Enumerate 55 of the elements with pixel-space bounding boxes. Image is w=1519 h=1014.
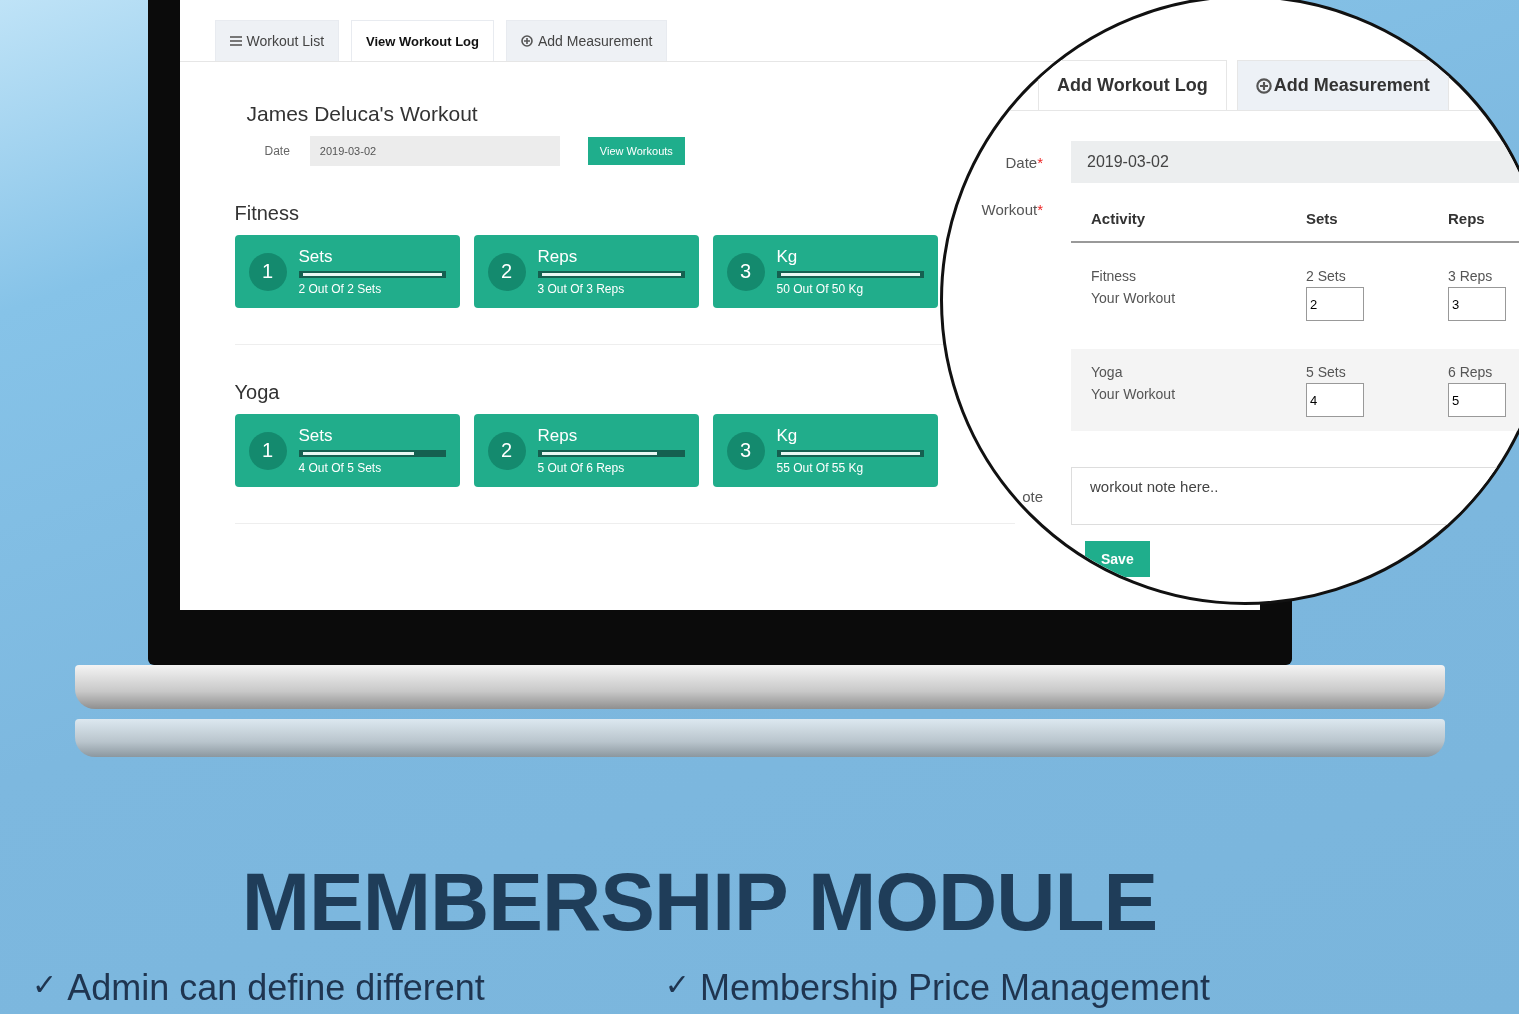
stat-caption: 5 Out Of 6 Reps [537, 461, 626, 475]
stat-title: Reps [537, 426, 579, 446]
step-number: 2 [487, 431, 526, 470]
sets-field[interactable]: 4 [1306, 383, 1364, 417]
step-number: 3 [726, 431, 765, 470]
workout-heading: James Deluca's Workout [246, 102, 479, 126]
reps-field[interactable]: 3 [1448, 287, 1506, 321]
tab[interactable]: Add Measurement [505, 20, 668, 61]
stat-title: Reps [537, 247, 579, 267]
stat-caption: 3 Out Of 3 Reps [537, 282, 626, 296]
date-field[interactable]: 2019-03-02 [309, 136, 560, 166]
stat-title: Sets [298, 426, 334, 446]
sets-field[interactable]: 2 [1306, 287, 1364, 321]
stat-title: Sets [298, 247, 334, 267]
reps-target: 6 Reps [1448, 363, 1494, 382]
tab[interactable]: Add Measurement [1236, 60, 1449, 110]
workout-label: Workout* [980, 200, 1043, 218]
feature-text: Membership Price Management [699, 967, 1211, 1009]
column-header: Sets [1306, 209, 1339, 227]
step-number: 1 [248, 252, 287, 291]
list-icon [229, 35, 242, 47]
activity-name: Yoga [1091, 363, 1124, 382]
activity-name: Fitness [1091, 267, 1138, 286]
column-header: Reps [1448, 209, 1486, 227]
sets-target: 5 Sets [1306, 363, 1347, 382]
stat-title: Kg [776, 426, 799, 446]
stat-caption: 4 Out Of 5 Sets [298, 461, 383, 475]
group-title: Yoga [234, 381, 280, 404]
stat-caption: 50 Out Of 50 Kg [776, 282, 865, 296]
tab[interactable]: Add Workout Log [1038, 60, 1227, 110]
date-label: Date* [1004, 153, 1043, 171]
reps-field[interactable]: 5 [1448, 383, 1506, 417]
stat-caption: 2 Out Of 2 Sets [298, 282, 383, 296]
stat-caption: 55 Out Of 55 Kg [776, 461, 865, 475]
check-mark: ✓ [664, 967, 690, 1004]
note-label: ote [1021, 487, 1043, 505]
tab[interactable]: View Workout Log [351, 20, 494, 61]
step-number: 2 [487, 252, 526, 291]
stat-title: Kg [776, 247, 799, 267]
plus-circle-icon [520, 35, 533, 47]
column-header: Activity [1090, 209, 1147, 227]
tab[interactable]: Workout List [214, 20, 340, 61]
date-field[interactable]: 2019-03-02 [1071, 141, 1519, 183]
activity-subtitle: Your Workout [1091, 385, 1177, 404]
reps-target: 3 Reps [1448, 267, 1494, 286]
module-title: MEMBERSHIP MODULE [240, 855, 1159, 949]
activity-subtitle: Your Workout [1091, 289, 1177, 308]
plus-circle-icon [1255, 77, 1272, 94]
group-title: Fitness [234, 202, 299, 225]
sets-target: 2 Sets [1306, 267, 1347, 286]
feature-text: Admin can define different [67, 967, 485, 1009]
step-number: 3 [726, 252, 765, 291]
check-mark: ✓ [32, 967, 58, 1004]
date-label: Date [264, 144, 290, 158]
step-number: 1 [248, 431, 287, 470]
